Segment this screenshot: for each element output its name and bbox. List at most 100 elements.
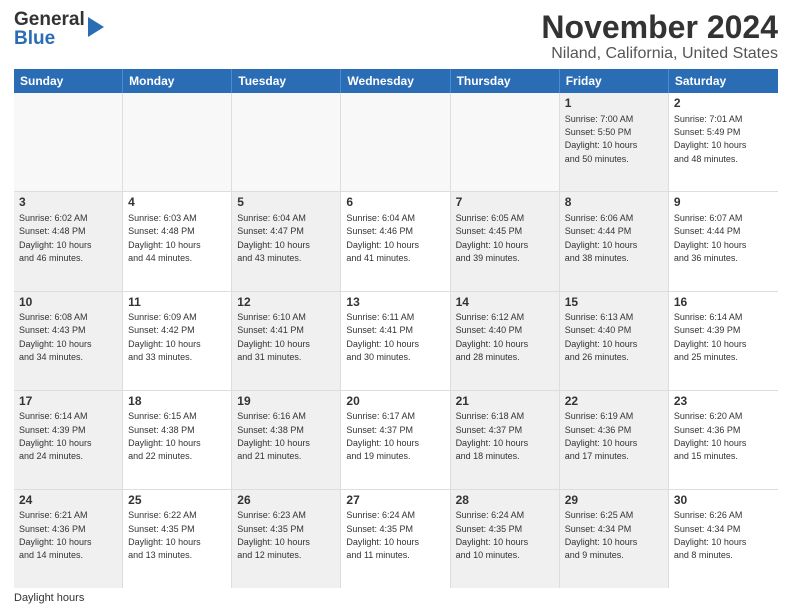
day-number: 22 [565,394,663,410]
day-info: Sunrise: 6:14 AM Sunset: 4:39 PM Dayligh… [674,312,747,362]
day-number: 13 [346,295,444,311]
calendar-header-cell: Tuesday [232,69,341,93]
day-info: Sunrise: 6:25 AM Sunset: 4:34 PM Dayligh… [565,510,638,560]
day-info: Sunrise: 6:09 AM Sunset: 4:42 PM Dayligh… [128,312,201,362]
calendar-cell: 17Sunrise: 6:14 AM Sunset: 4:39 PM Dayli… [14,391,123,489]
calendar-cell: 26Sunrise: 6:23 AM Sunset: 4:35 PM Dayli… [232,490,341,588]
calendar-row: 1 Sunrise: 7:00 AM Sunset: 5:50 PM Daylig… [14,93,778,192]
day-info: Sunrise: 6:24 AM Sunset: 4:35 PM Dayligh… [346,510,419,560]
day-info: Sunrise: 6:12 AM Sunset: 4:40 PM Dayligh… [456,312,529,362]
calendar-header-cell: Thursday [451,69,560,93]
footer: Daylight hours [14,592,778,604]
calendar-cell: 19Sunrise: 6:16 AM Sunset: 4:38 PM Dayli… [232,391,341,489]
calendar-body: 1 Sunrise: 7:00 AM Sunset: 5:50 PM Daylig… [14,93,778,588]
day-info: Sunrise: 6:11 AM Sunset: 4:41 PM Dayligh… [346,312,419,362]
calendar-cell: 7 Sunrise: 6:05 AM Sunset: 4:45 PM Daylig… [451,192,560,290]
day-info: Sunrise: 6:14 AM Sunset: 4:39 PM Dayligh… [19,411,92,461]
day-number: 23 [674,394,773,410]
day-info: Sunrise: 6:21 AM Sunset: 4:36 PM Dayligh… [19,510,92,560]
day-info: Sunrise: 6:23 AM Sunset: 4:35 PM Dayligh… [237,510,310,560]
calendar-cell [14,93,123,191]
subtitle: Niland, California, United States [541,45,778,63]
logo-triangle-icon [88,17,104,37]
calendar-cell: 23Sunrise: 6:20 AM Sunset: 4:36 PM Dayli… [669,391,778,489]
calendar-cell [123,93,232,191]
calendar-header-cell: Friday [560,69,669,93]
day-number: 8 [565,195,663,211]
calendar-cell [451,93,560,191]
day-info: Sunrise: 6:02 AM Sunset: 4:48 PM Dayligh… [19,213,92,263]
calendar-cell: 29Sunrise: 6:25 AM Sunset: 4:34 PM Dayli… [560,490,669,588]
day-number: 11 [128,295,226,311]
calendar-row: 24Sunrise: 6:21 AM Sunset: 4:36 PM Dayli… [14,490,778,588]
header: General Blue November 2024 Niland, Calif… [14,10,778,63]
logo-text: General Blue [14,10,85,48]
calendar-cell: 6Sunrise: 6:04 AM Sunset: 4:46 PM Daylig… [341,192,450,290]
calendar-cell: 30Sunrise: 6:26 AM Sunset: 4:34 PM Dayli… [669,490,778,588]
day-info: Sunrise: 6:07 AM Sunset: 4:44 PM Dayligh… [674,213,747,263]
calendar-header-cell: Sunday [14,69,123,93]
day-number: 5 [237,195,335,211]
day-info: Sunrise: 6:13 AM Sunset: 4:40 PM Dayligh… [565,312,638,362]
day-info: Sunrise: 6:06 AM Sunset: 4:44 PM Dayligh… [565,213,638,263]
day-number: 17 [19,394,117,410]
calendar-cell: 28Sunrise: 6:24 AM Sunset: 4:35 PM Dayli… [451,490,560,588]
calendar-cell: 22Sunrise: 6:19 AM Sunset: 4:36 PM Dayli… [560,391,669,489]
calendar-header-cell: Saturday [669,69,778,93]
day-info: Sunrise: 6:18 AM Sunset: 4:37 PM Dayligh… [456,411,529,461]
calendar-cell: 4 Sunrise: 6:03 AM Sunset: 4:48 PM Daylig… [123,192,232,290]
calendar-cell: 13Sunrise: 6:11 AM Sunset: 4:41 PM Dayli… [341,292,450,390]
page: General Blue November 2024 Niland, Calif… [0,0,792,612]
day-number: 26 [237,493,335,509]
calendar-cell [341,93,450,191]
calendar-cell: 20Sunrise: 6:17 AM Sunset: 4:37 PM Dayli… [341,391,450,489]
calendar-cell: 16Sunrise: 6:14 AM Sunset: 4:39 PM Dayli… [669,292,778,390]
day-info: Sunrise: 6:04 AM Sunset: 4:47 PM Dayligh… [237,213,310,263]
day-info: Sunrise: 6:05 AM Sunset: 4:45 PM Dayligh… [456,213,529,263]
day-number: 7 [456,195,554,211]
calendar-row: 10Sunrise: 6:08 AM Sunset: 4:43 PM Dayli… [14,292,778,391]
day-number: 14 [456,295,554,311]
day-info: Sunrise: 6:03 AM Sunset: 4:48 PM Dayligh… [128,213,201,263]
calendar-cell: 10Sunrise: 6:08 AM Sunset: 4:43 PM Dayli… [14,292,123,390]
calendar-cell: 15Sunrise: 6:13 AM Sunset: 4:40 PM Dayli… [560,292,669,390]
main-title: November 2024 [541,10,778,45]
day-info: Sunrise: 6:08 AM Sunset: 4:43 PM Dayligh… [19,312,92,362]
day-number: 18 [128,394,226,410]
calendar-cell: 12Sunrise: 6:10 AM Sunset: 4:41 PM Dayli… [232,292,341,390]
day-info: Sunrise: 7:01 AM Sunset: 5:49 PM Dayligh… [674,114,747,164]
calendar-cell: 21Sunrise: 6:18 AM Sunset: 4:37 PM Dayli… [451,391,560,489]
calendar-cell: 27Sunrise: 6:24 AM Sunset: 4:35 PM Dayli… [341,490,450,588]
day-number: 10 [19,295,117,311]
day-info: Sunrise: 6:19 AM Sunset: 4:36 PM Dayligh… [565,411,638,461]
day-number: 1 [565,96,663,112]
calendar-header: SundayMondayTuesdayWednesdayThursdayFrid… [14,69,778,93]
day-number: 3 [19,195,117,211]
logo-general: General [14,10,85,29]
calendar: SundayMondayTuesdayWednesdayThursdayFrid… [14,69,778,588]
calendar-cell: 8 Sunrise: 6:06 AM Sunset: 4:44 PM Daylig… [560,192,669,290]
day-number: 20 [346,394,444,410]
day-number: 4 [128,195,226,211]
calendar-cell: 3 Sunrise: 6:02 AM Sunset: 4:48 PM Daylig… [14,192,123,290]
day-info: Sunrise: 6:26 AM Sunset: 4:34 PM Dayligh… [674,510,747,560]
calendar-row: 3 Sunrise: 6:02 AM Sunset: 4:48 PM Daylig… [14,192,778,291]
day-info: Sunrise: 6:22 AM Sunset: 4:35 PM Dayligh… [128,510,201,560]
day-number: 19 [237,394,335,410]
day-info: Sunrise: 6:17 AM Sunset: 4:37 PM Dayligh… [346,411,419,461]
day-number: 27 [346,493,444,509]
day-number: 6 [346,195,444,211]
calendar-cell: 25Sunrise: 6:22 AM Sunset: 4:35 PM Dayli… [123,490,232,588]
day-info: Sunrise: 6:15 AM Sunset: 4:38 PM Dayligh… [128,411,201,461]
calendar-header-cell: Wednesday [341,69,450,93]
day-info: Sunrise: 7:00 AM Sunset: 5:50 PM Dayligh… [565,114,638,164]
calendar-cell: 9Sunrise: 6:07 AM Sunset: 4:44 PM Daylig… [669,192,778,290]
logo-blue: Blue [14,29,85,48]
day-number: 30 [674,493,773,509]
day-info: Sunrise: 6:10 AM Sunset: 4:41 PM Dayligh… [237,312,310,362]
day-number: 28 [456,493,554,509]
day-info: Sunrise: 6:24 AM Sunset: 4:35 PM Dayligh… [456,510,529,560]
calendar-cell [232,93,341,191]
day-info: Sunrise: 6:16 AM Sunset: 4:38 PM Dayligh… [237,411,310,461]
logo: General Blue [14,10,104,48]
